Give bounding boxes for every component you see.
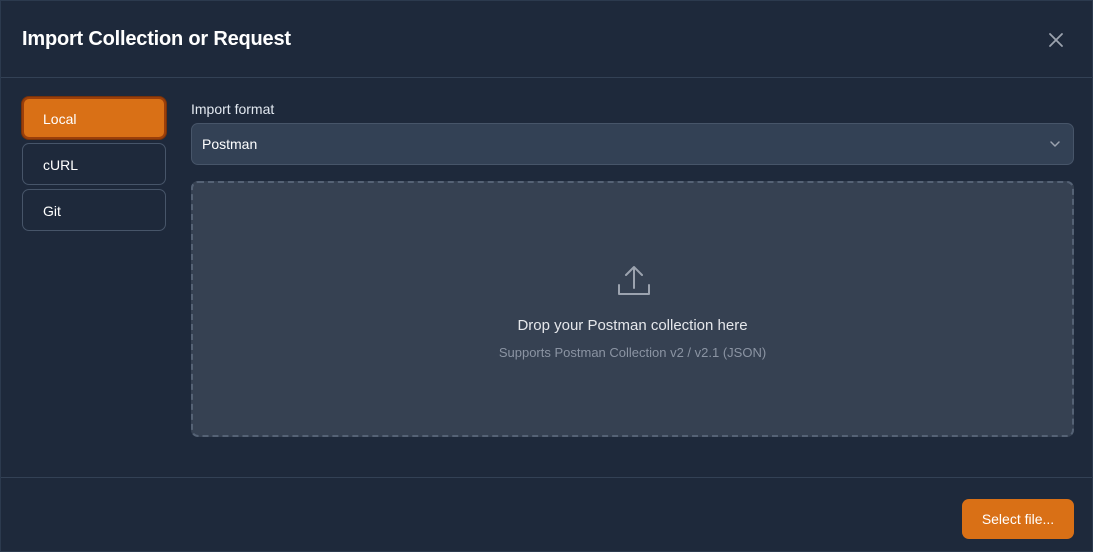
import-dialog: Import Collection or Request Local cURL … — [0, 0, 1093, 552]
import-format-select[interactable]: Postman — [191, 123, 1074, 165]
footer-divider — [1, 477, 1092, 478]
import-source-tabs: Local cURL Git — [22, 97, 167, 235]
select-file-button[interactable]: Select file... — [962, 499, 1074, 539]
tab-label: cURL — [43, 157, 79, 173]
dropzone-subtitle: Supports Postman Collection v2 / v2.1 (J… — [498, 345, 767, 360]
dropzone-title: Drop your Postman collection here — [517, 317, 748, 334]
tab-label: Local — [43, 111, 77, 127]
close-button[interactable] — [1046, 30, 1066, 50]
dialog-header: Import Collection or Request — [1, 1, 1092, 78]
select-file-label: Select file... — [981, 511, 1055, 527]
tab-local[interactable]: Local — [22, 97, 166, 139]
close-icon — [1049, 33, 1063, 47]
import-format-label: Import format — [191, 101, 275, 117]
dialog-title: Import Collection or Request — [22, 28, 291, 50]
file-dropzone[interactable]: Drop your Postman collection here Suppor… — [191, 181, 1074, 437]
chevron-down-icon — [1050, 141, 1060, 147]
import-format-value: Postman — [202, 136, 258, 152]
upload-icon — [618, 266, 650, 295]
tab-git[interactable]: Git — [22, 189, 166, 231]
tab-label: Git — [43, 203, 61, 219]
tab-curl[interactable]: cURL — [22, 143, 166, 185]
